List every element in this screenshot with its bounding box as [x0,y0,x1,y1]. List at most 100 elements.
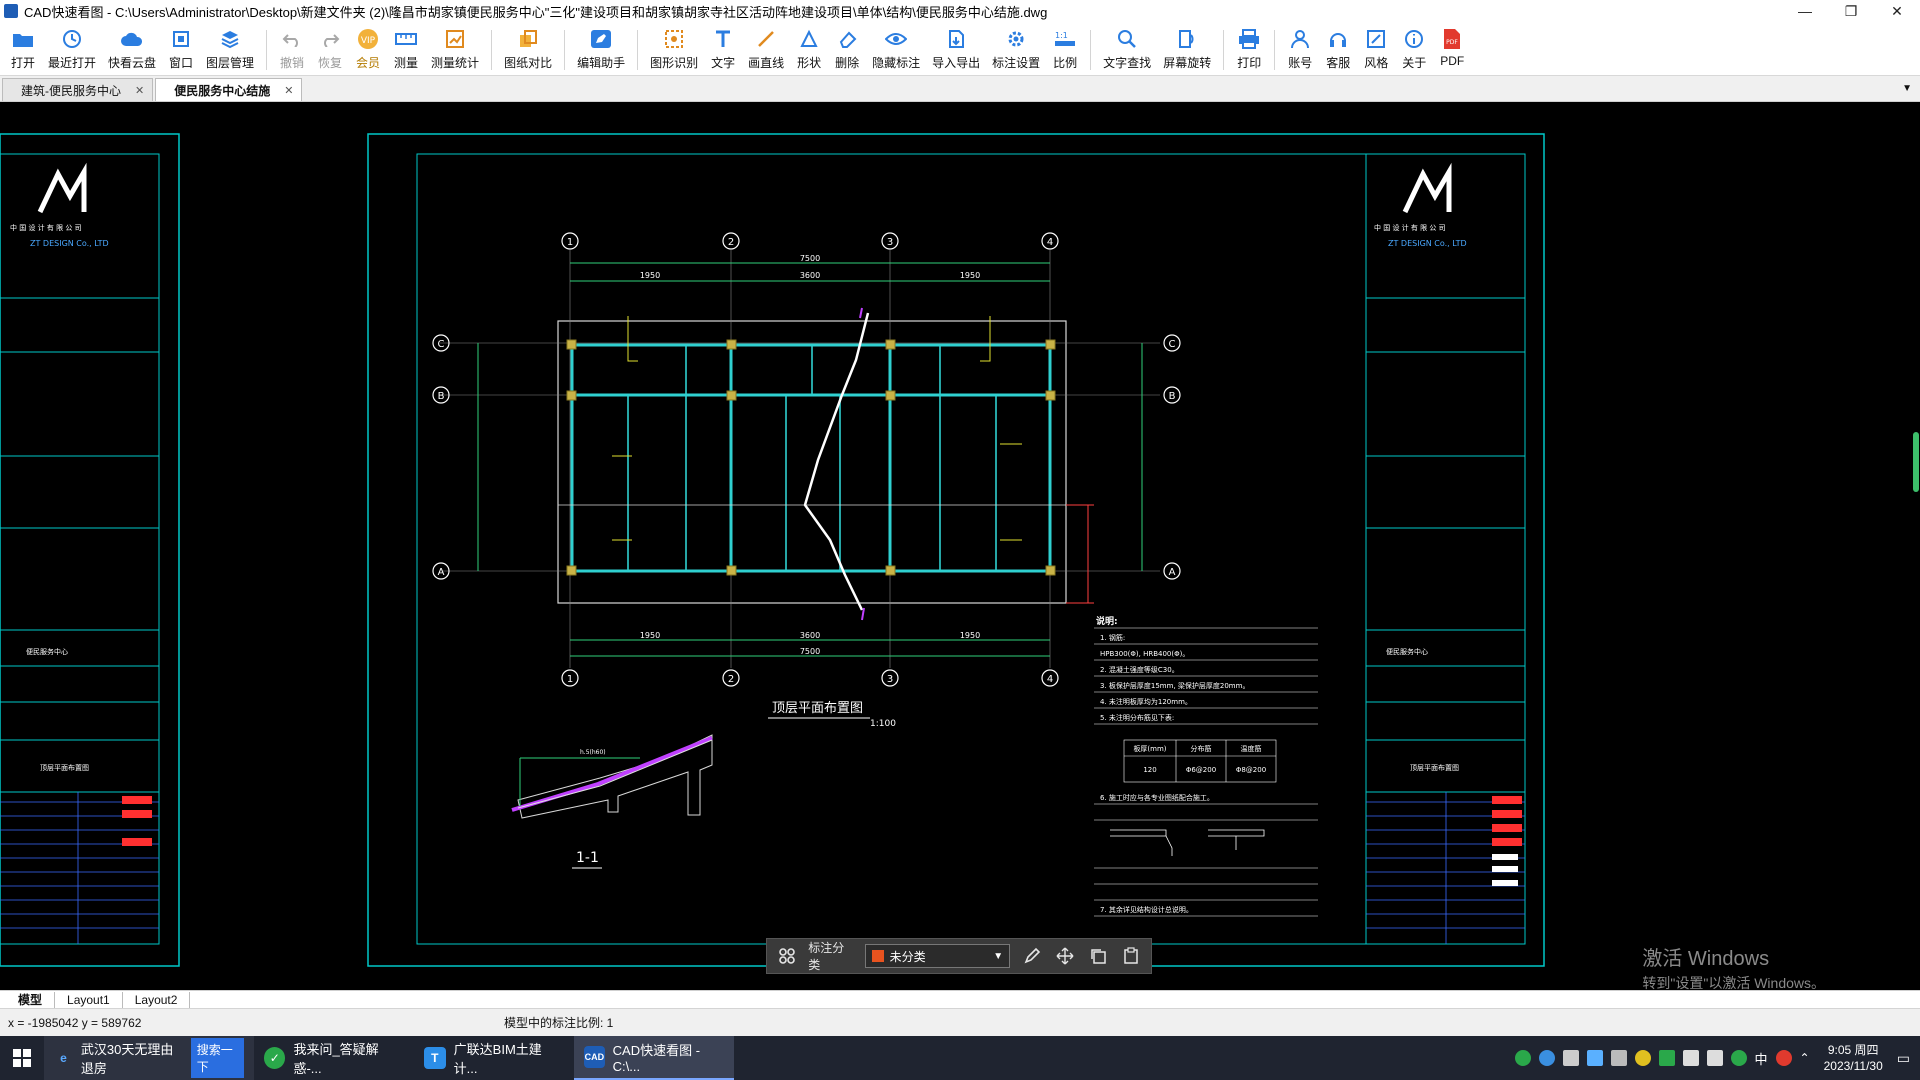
grid-menu-icon[interactable] [775,944,798,968]
scrollbar-thumb[interactable] [1913,432,1919,492]
move-icon[interactable] [1053,944,1076,968]
taskbar-browser-search[interactable]: e 武汉30天无理由退房 搜索一下 [44,1036,254,1080]
browser-tray-icon[interactable] [1538,1050,1555,1066]
hide-annotation-button[interactable]: 隐藏标注 [866,22,926,76]
axis-bubble-3: 3 [887,237,893,248]
left-sheet-company: 中 国 设 计 有 限 公 司 [10,223,82,232]
support-button[interactable]: 客服 [1319,22,1357,76]
about-button[interactable]: 关于 [1395,22,1433,76]
export-icon [943,27,969,51]
tab-architecture[interactable]: 建筑-便民服务中心 ✕ [2,78,154,101]
annotation-scale-text: 模型中的标注比例: 1 [504,1016,614,1030]
search-icon [1114,27,1140,51]
toolbar-divider [564,30,566,70]
layout-tab-layout1[interactable]: Layout1 [55,991,123,1008]
text-button[interactable]: 文字 [704,22,742,76]
window-title: CAD快速看图 - C:\Users\Administrator\Desktop… [24,4,1048,20]
annotation-category-label: 标注分类 [808,941,845,972]
toolbar-divider [491,30,493,70]
line-icon [753,27,779,51]
edit-annotation-icon[interactable] [1020,944,1043,968]
title-block-company-en: ZT DESIGN Co., LTD [1388,239,1467,248]
display-tray-icon[interactable] [1562,1050,1579,1066]
edit-helper-button[interactable]: 编辑助手 [571,22,631,76]
nvidia-icon[interactable] [1658,1050,1675,1066]
chevron-up-icon[interactable]: ⌃ [1800,1051,1810,1065]
copy-icon[interactable] [1087,944,1110,968]
dim-top-left: 1950 [640,271,660,280]
close-button[interactable]: ✕ [1874,0,1920,22]
find-text-button[interactable]: 文字查找 [1097,22,1157,76]
scale-icon: 1:1 [1052,27,1078,51]
history-icon [59,27,85,51]
wechat-icon[interactable] [1730,1050,1747,1066]
draw-line-button[interactable]: 画直线 [742,22,790,76]
gear-icon [1003,27,1029,51]
taskbar-app-cad[interactable]: CAD CAD快速看图 - C:\... [574,1036,734,1080]
toolbar-divider [637,30,639,70]
tab-structure[interactable]: 便民服务中心结施 ✕ [155,78,303,101]
drawing-canvas[interactable]: 中 国 设 计 有 限 公 司 ZT DESIGN Co., LTD 便民服务中… [0,102,1920,990]
annotation-settings-button[interactable]: 标注设置 [986,22,1046,76]
compare-button[interactable]: 图纸对比 [498,22,558,76]
notification-icon[interactable]: ▭ [1897,1050,1910,1067]
printer-icon [1236,27,1262,51]
annotation-category-select[interactable]: 未分类 ▼ [864,944,1011,968]
ie-icon: e [60,1051,67,1065]
redo-button[interactable]: 恢复 [311,22,349,76]
vip-button[interactable]: VIP 会员 [349,22,387,76]
shape-button[interactable]: 形状 [790,22,828,76]
style-button[interactable]: 风格 [1357,22,1395,76]
tab-menu-icon[interactable]: ▼ [1902,83,1912,94]
taskbar-clock[interactable]: 9:05 周四 2023/11/30 [1824,1042,1883,1074]
axis-bubble-2: 2 [728,237,734,248]
taskbar-app-chat[interactable]: ✓ 我来问_答疑解惑-... [254,1036,414,1080]
left-sheet: 中 国 设 计 有 限 公 司 ZT DESIGN Co., LTD 便民服务中… [0,133,180,967]
undo-button[interactable]: 撤销 [273,22,311,76]
sogou-icon[interactable] [1775,1050,1792,1066]
account-button[interactable]: 账号 [1281,22,1319,76]
security-tray-icon[interactable] [1634,1050,1651,1066]
layers-button[interactable]: 图层管理 [200,22,260,76]
window-button[interactable]: 窗口 [162,22,200,76]
close-tab-icon[interactable]: ✕ [284,84,293,97]
import-export-button[interactable]: 导入导出 [926,22,986,76]
taskbar-app-glodon[interactable]: T 广联达BIM土建计... [414,1036,574,1080]
shape-recognition-button[interactable]: 图形识别 [644,22,704,76]
stats-icon [442,27,468,51]
pdf-icon: PDF [1439,27,1465,51]
measure-stats-button[interactable]: 测量统计 [425,22,485,76]
layout-tab-model[interactable]: 模型 [6,991,56,1008]
title-block: 中 国 设 计 有 限 公 司 ZT DESIGN Co., LTD 便民服务中… [1365,153,1526,945]
ime-indicator[interactable]: 中 [1755,1049,1768,1068]
layout-tab-layout2[interactable]: Layout2 [123,991,191,1008]
windows-start-icon[interactable] [0,1036,44,1080]
cad-drawing: 中 国 设 计 有 限 公 司 ZT DESIGN Co., LTD 便民服务中… [0,133,1545,967]
recent-button[interactable]: 最近打开 [42,22,102,76]
usb-icon[interactable] [1610,1050,1627,1066]
open-button[interactable]: 打开 [4,22,42,76]
pdf-button[interactable]: PDF PDF [1433,22,1471,76]
toolbar-divider [266,30,268,70]
cursor-coordinates: x = -1985042 y = 589762 [8,1015,142,1030]
axis-bubble-B: B [438,391,445,402]
maximize-button[interactable]: ❐ [1828,0,1874,22]
minimize-button[interactable]: — [1782,0,1828,22]
browser-search-button[interactable]: 搜索一下 [190,1038,244,1078]
cloud-button[interactable]: 快看云盘 [102,22,162,76]
wechat-tray-icon[interactable] [1514,1050,1531,1066]
axis-bubble-2-bottom: 2 [728,674,734,685]
shape-icon [796,27,822,51]
print-button[interactable]: 打印 [1230,22,1268,76]
measure-button[interactable]: 测量 [387,22,425,76]
rotate-screen-button[interactable]: 屏幕旋转 [1157,22,1217,76]
paste-icon[interactable] [1120,944,1143,968]
close-tab-icon[interactable]: ✕ [135,84,144,97]
shield-icon[interactable] [1586,1050,1603,1066]
erase-button[interactable]: 删除 [828,22,866,76]
scale-button[interactable]: 1:1 比例 [1046,22,1084,76]
vertical-scrollbar[interactable] [1912,102,1920,990]
volume-icon[interactable] [1706,1050,1723,1066]
system-tray: 中 ⌃ 9:05 周四 2023/11/30 ▭ [1514,1036,1920,1080]
network-icon[interactable] [1682,1050,1699,1066]
